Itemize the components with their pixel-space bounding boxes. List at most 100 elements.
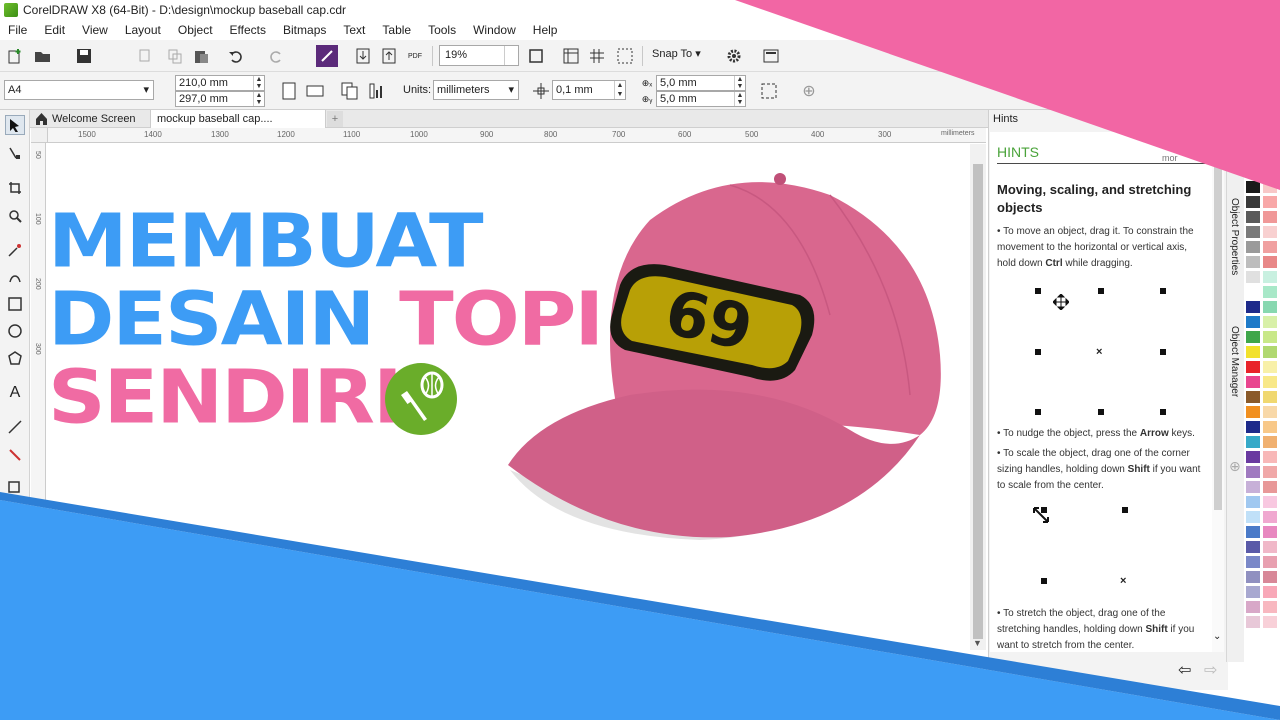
menu-object[interactable]: Object	[178, 23, 213, 37]
coreldraw-logo[interactable]	[385, 363, 457, 435]
palette-swatch[interactable]	[1262, 405, 1278, 419]
publish-pdf-icon[interactable]: PDF	[404, 45, 426, 67]
nudge-distance-field[interactable]: 0,1 mm ▲ ▼	[552, 80, 626, 100]
palette-swatch[interactable]	[1262, 195, 1278, 209]
menu-bitmaps[interactable]: Bitmaps	[283, 23, 326, 37]
palette-swatch[interactable]	[1245, 525, 1261, 539]
palette-swatch[interactable]	[1262, 480, 1278, 494]
palette-swatch[interactable]	[1245, 285, 1261, 299]
app-launcher-icon[interactable]	[760, 45, 782, 67]
scroll-down-arrow-icon[interactable]: ▼	[973, 638, 982, 648]
import-icon[interactable]	[352, 45, 374, 67]
new-tab-button[interactable]: +	[327, 111, 343, 127]
palette-swatch[interactable]	[1262, 315, 1278, 329]
headline-line-1[interactable]: MEMBUAT	[48, 205, 484, 279]
tab-object-manager[interactable]: Object Manager	[1229, 326, 1240, 397]
palette-swatch[interactable]	[1245, 585, 1261, 599]
pick-tool-icon[interactable]	[5, 115, 25, 135]
hints-scrollbar[interactable]: ⌄	[1212, 132, 1224, 652]
palette-swatch[interactable]	[1245, 495, 1261, 509]
duplicate-distance-y-field[interactable]: 5,0 mm ▲ ▼	[656, 91, 746, 107]
palette-swatch[interactable]	[1262, 600, 1278, 614]
crop-tool-icon[interactable]	[5, 178, 25, 198]
palette-swatch[interactable]	[1262, 540, 1278, 554]
palette-swatch[interactable]	[1245, 480, 1261, 494]
palette-swatch[interactable]	[1245, 420, 1261, 434]
palette-swatch[interactable]	[1245, 225, 1261, 239]
palette-swatch[interactable]	[1245, 435, 1261, 449]
landscape-icon[interactable]	[304, 80, 326, 102]
palette-swatch[interactable]	[1262, 375, 1278, 389]
palette-swatch[interactable]	[1245, 210, 1261, 224]
palette-swatch[interactable]	[1262, 510, 1278, 524]
menu-window[interactable]: Window	[473, 23, 516, 37]
menu-help[interactable]: Help	[533, 23, 558, 37]
palette-swatch[interactable]	[1262, 495, 1278, 509]
add-docker-icon[interactable]: ⊕	[1229, 458, 1241, 475]
palette-swatch[interactable]	[1245, 330, 1261, 344]
palette-swatch[interactable]	[1245, 390, 1261, 404]
palette-swatch[interactable]	[1262, 360, 1278, 374]
palette-swatch[interactable]	[1245, 315, 1261, 329]
text-tool-icon[interactable]: A	[5, 383, 25, 403]
back-arrow-icon[interactable]: ⇦	[1178, 660, 1191, 680]
options-gear-icon[interactable]	[723, 45, 745, 67]
vertical-ruler[interactable]: 50 100 200 300	[31, 143, 46, 543]
palette-swatch[interactable]	[1262, 300, 1278, 314]
headline-line-3[interactable]: SENDIRI	[48, 361, 403, 435]
canvas-vertical-scrollbar[interactable]: ▼	[970, 144, 986, 650]
palette-swatch[interactable]	[1245, 405, 1261, 419]
page-width-field[interactable]: 210,0 mm ▲ ▼	[175, 75, 265, 91]
palette-swatch[interactable]	[1245, 600, 1261, 614]
search-content-icon[interactable]	[316, 45, 338, 67]
parallel-dimension-icon[interactable]	[5, 417, 25, 437]
palette-swatch[interactable]	[1262, 570, 1278, 584]
show-rulers-icon[interactable]	[560, 45, 582, 67]
chevron-down-icon[interactable]	[504, 46, 518, 65]
menu-table[interactable]: Table	[382, 23, 411, 37]
page-height-field[interactable]: 297,0 mm ▲ ▼	[175, 91, 265, 107]
cut-icon[interactable]	[134, 45, 156, 67]
palette-swatch[interactable]	[1245, 540, 1261, 554]
tab-welcome-screen[interactable]: Welcome Screen	[30, 110, 148, 128]
palette-swatch[interactable]	[1262, 555, 1278, 569]
tab-object-properties[interactable]: Object Properties	[1229, 198, 1240, 275]
save-icon[interactable]	[73, 45, 95, 67]
tab-mockup-document[interactable]: mockup baseball cap....	[150, 110, 326, 128]
palette-swatch[interactable]	[1245, 570, 1261, 584]
artistic-media-icon[interactable]	[5, 267, 25, 287]
menu-view[interactable]: View	[82, 23, 108, 37]
zoom-level-combo[interactable]: 19%	[439, 45, 519, 66]
ruler-origin[interactable]	[31, 128, 48, 143]
full-screen-icon[interactable]	[525, 45, 547, 67]
scroll-down-arrow-icon[interactable]: ⌄	[1213, 631, 1221, 642]
menu-tools[interactable]: Tools	[428, 23, 456, 37]
palette-swatch[interactable]	[1245, 345, 1261, 359]
menu-text[interactable]: Text	[343, 23, 365, 37]
palette-swatch[interactable]	[1262, 465, 1278, 479]
palette-swatch[interactable]	[1262, 210, 1278, 224]
palette-swatch[interactable]	[1245, 465, 1261, 479]
palette-swatch[interactable]	[1262, 390, 1278, 404]
polygon-tool-icon[interactable]	[5, 348, 25, 368]
palette-swatch[interactable]	[1262, 285, 1278, 299]
horizontal-ruler[interactable]: 1500 1400 1300 1200 1100 1000 900 800 70…	[48, 128, 986, 143]
palette-swatch[interactable]	[1262, 225, 1278, 239]
ellipse-tool-icon[interactable]	[5, 321, 25, 341]
show-guidelines-icon[interactable]	[614, 45, 636, 67]
palette-swatch[interactable]	[1245, 510, 1261, 524]
all-pages-icon[interactable]	[339, 80, 361, 102]
current-page-icon[interactable]	[366, 80, 388, 102]
drop-shadow-icon[interactable]	[5, 478, 25, 498]
palette-swatch[interactable]	[1262, 585, 1278, 599]
palette-swatch[interactable]	[1245, 375, 1261, 389]
palette-swatch[interactable]	[1262, 270, 1278, 284]
units-select[interactable]: millimeters ▾	[433, 80, 519, 100]
zoom-tool-icon[interactable]	[5, 206, 25, 226]
redo-icon[interactable]	[265, 45, 287, 67]
palette-swatch[interactable]	[1262, 450, 1278, 464]
scrollbar-thumb[interactable]	[973, 164, 983, 639]
palette-swatch[interactable]	[1245, 615, 1261, 629]
duplicate-distance-x-field[interactable]: 5,0 mm ▲ ▼	[656, 75, 746, 91]
menu-edit[interactable]: Edit	[44, 23, 65, 37]
